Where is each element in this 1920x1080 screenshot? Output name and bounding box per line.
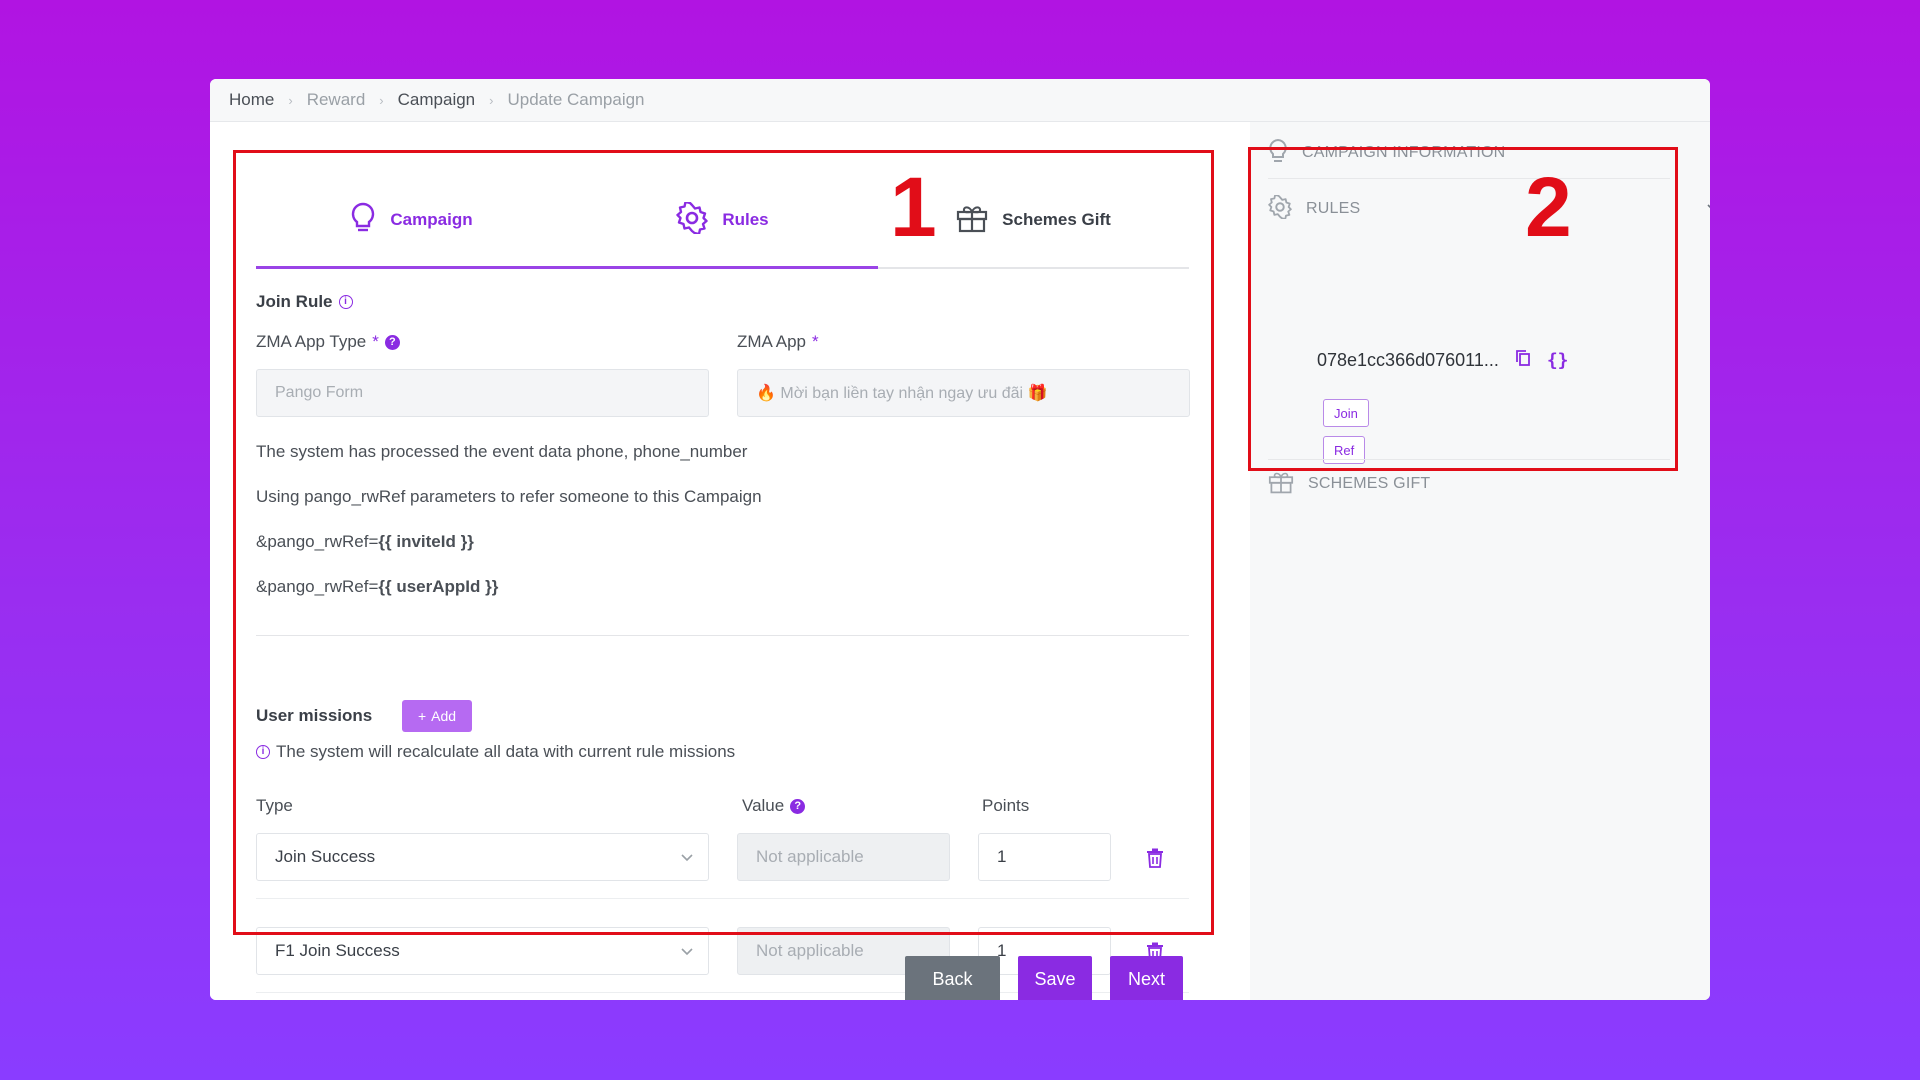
annotation-marker-2: 2 [1525,160,1572,254]
row-divider [256,898,1189,899]
campaign-information-section[interactable]: CAMPAIGN INFORMATION [1268,133,1698,173]
zma-app-field[interactable]: 🔥 Mời bạn liền tay nhận ngay ưu đãi 🎁 [737,369,1190,417]
lightbulb-icon [1268,138,1288,169]
gift-icon [1268,470,1294,499]
main-form: Campaign Rules Schemes Gift Join Rule i [210,122,1250,1000]
ref-invite-param: &pango_rwRef={{ inviteId }} [256,532,474,552]
column-type-header: Type [256,796,293,815]
missions-notice: i The system will recalculate all data w… [256,742,735,762]
code-braces-icon[interactable]: {} [1547,350,1569,371]
copy-icon[interactable] [1515,349,1531,372]
zma-app-label-text: ZMA App [737,332,806,351]
back-button[interactable]: Back [905,956,1000,1000]
chevron-down-icon [1706,200,1710,218]
mission-type-select[interactable]: Join Success [256,833,709,881]
breadcrumb-separator: › [288,92,293,108]
user-missions-title: User missions [256,706,373,725]
event-data-text: The system has processed the event data … [256,442,748,461]
campaign-information-label: CAMPAIGN INFORMATION [1302,144,1506,161]
section-divider [256,635,1189,636]
ref-user-prefix: &pango_rwRef= [256,577,379,596]
ref-invite-var: {{ inviteId }} [378,532,474,551]
tab-campaign-label: Campaign [390,210,473,229]
ref-user-param: &pango_rwRef={{ userAppId }} [256,577,498,597]
tab-active-underline [256,266,878,269]
section-divider [1268,178,1670,179]
breadcrumb-reward[interactable]: Reward [307,90,366,110]
mission-value-field: Not applicable [737,833,950,881]
zma-app-type-field[interactable]: Pango Form [256,369,709,417]
gift-icon [956,203,988,238]
breadcrumb-campaign[interactable]: Campaign [398,90,476,110]
breadcrumb-separator: › [489,92,494,108]
app-window: Home › Reward › Campaign › Update Campai… [210,79,1710,1000]
rules-label: RULES [1306,200,1361,217]
mission-type-value: F1 Join Success [275,941,400,960]
tab-campaign[interactable]: Campaign [256,180,567,260]
mission-type-select[interactable]: F1 Join Success [256,927,709,975]
join-rule-title: Join Rule i [256,292,353,312]
info-icon: i [256,745,270,759]
rule-id-text: 078e1cc366d076011... [1317,350,1499,370]
column-points-header: Points [982,796,1030,815]
breadcrumb-separator: › [379,92,384,108]
lightbulb-icon [350,202,376,239]
breadcrumb: Home › Reward › Campaign › Update Campai… [210,79,1710,122]
rule-id-row: 078e1cc366d076011... {} [1317,349,1569,372]
zma-app-type-label: ZMA App Type * ? [256,332,400,352]
help-icon[interactable]: ? [384,334,400,350]
breadcrumb-current: Update Campaign [507,90,645,109]
plus-icon: + [417,708,427,724]
right-panel: CAMPAIGN INFORMATION RULES 078e1cc366d07… [1250,122,1710,1000]
column-value-label: Value [742,796,785,815]
schemes-gift-label: SCHEMES GIFT [1308,475,1431,492]
column-value-header: Value ? [742,796,806,816]
trash-icon[interactable] [1146,848,1164,873]
next-button[interactable]: Next [1110,956,1183,1000]
tag-join[interactable]: Join [1323,399,1369,427]
annotation-marker-1: 1 [890,160,937,254]
join-rule-title-text: Join Rule [256,292,333,311]
zma-app-label: ZMA App * [737,332,819,352]
tab-rules-label: Rules [722,210,769,229]
mission-points-input[interactable]: 1 [978,833,1111,881]
schemes-gift-section[interactable]: SCHEMES GIFT [1268,464,1698,504]
required-mark: * [372,332,379,351]
help-icon[interactable]: ? [790,798,806,814]
chevron-down-icon [680,943,694,963]
gear-icon [1268,193,1292,224]
ref-invite-prefix: &pango_rwRef= [256,532,379,551]
save-button[interactable]: Save [1018,956,1092,1000]
missions-notice-text: The system will recalculate all data wit… [276,742,736,761]
chevron-down-icon [680,849,694,869]
breadcrumb-home[interactable]: Home [229,90,274,110]
add-mission-button[interactable]: + Add [402,700,472,732]
add-mission-label: Add [431,708,457,724]
mission-type-value: Join Success [275,847,376,866]
rules-section[interactable]: RULES [1268,189,1710,229]
section-divider [1268,459,1670,460]
zma-app-type-label-text: ZMA App Type [256,332,367,351]
gear-icon [676,200,709,239]
tab-rules[interactable]: Rules [567,180,878,260]
tab-bar: Campaign Rules Schemes Gift [256,180,1189,269]
tab-schemes-gift-label: Schemes Gift [1002,210,1111,229]
required-mark: * [811,332,819,351]
referral-param-text: Using pango_rwRef parameters to refer so… [256,487,762,506]
ref-user-var: {{ userAppId }} [378,577,499,596]
info-icon[interactable]: i [338,295,353,309]
